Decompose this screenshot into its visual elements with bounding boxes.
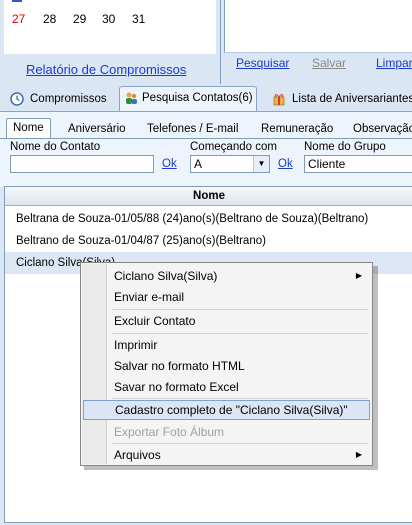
menu-separator xyxy=(112,333,368,334)
calendar-week-row: 27 28 29 30 31 xyxy=(4,6,216,34)
menu-item-contact-submenu[interactable]: Ciclano Silva(Silva) ▶ xyxy=(83,266,370,286)
tab-contact-search[interactable]: Pesquisa Contatos(6) xyxy=(119,86,257,111)
subtab-observation[interactable]: Observação xyxy=(353,120,412,138)
group-name-label: Nome do Grupo xyxy=(304,141,386,153)
save-link[interactable]: Salvar xyxy=(312,56,346,70)
starts-with-label: Começando com xyxy=(190,141,277,153)
tab-label: Pesquisa Contatos(6) xyxy=(142,92,253,104)
menu-item-save-excel[interactable]: Savar no formato Excel xyxy=(83,377,370,397)
menu-item-full-record[interactable]: Cadastro completo de "Ciclano Silva(Silv… xyxy=(83,400,370,420)
calendar-empty-row xyxy=(4,34,216,54)
starts-with-value: A xyxy=(194,157,203,171)
menu-item-label: Ciclano Silva(Silva) xyxy=(114,269,218,283)
calendar-day[interactable]: 29 xyxy=(73,12,86,26)
tab-birthdays[interactable]: Lista de Aniversariantes xyxy=(268,88,412,110)
menu-separator xyxy=(112,398,368,399)
chevron-right-icon: ▶ xyxy=(355,271,362,280)
menu-item-send-email[interactable]: Enviar e-mail xyxy=(83,287,370,307)
menu-item-print[interactable]: Imprimir xyxy=(83,335,370,355)
menu-item-files-submenu[interactable]: Arquivos ▶ xyxy=(83,445,370,465)
table-row[interactable]: Beltrano de Souza-01/04/87 (25)ano(s)(Be… xyxy=(5,230,412,252)
tab-label: Compromissos xyxy=(30,93,107,105)
calendar-day[interactable]: 27 xyxy=(12,12,25,26)
calendar-day[interactable]: 31 xyxy=(132,12,145,26)
subtab-birthday[interactable]: Aniversário xyxy=(68,120,126,138)
contact-name-input[interactable] xyxy=(10,155,154,173)
tab-appointments[interactable]: Compromissos xyxy=(6,88,107,110)
calendar-day-marker xyxy=(12,0,22,2)
menu-item-delete-contact[interactable]: Excluir Contato xyxy=(83,311,370,331)
menu-item-export-photo[interactable]: Exportar Foto Álbum xyxy=(83,422,370,442)
grid-header-name[interactable]: Nome xyxy=(5,187,412,206)
menu-item-save-html[interactable]: Salvar no formato HTML xyxy=(83,356,370,376)
chevron-right-icon: ▶ xyxy=(355,450,362,459)
context-menu: Ciclano Silva(Silva) ▶ Enviar e-mail Exc… xyxy=(80,262,373,466)
menu-item-label: Arquivos xyxy=(114,448,161,462)
search-filter-panel: Nome Aniversário Telefones / E-mail Remu… xyxy=(0,111,412,187)
subtab-name[interactable]: Nome xyxy=(6,118,51,139)
starts-with-select[interactable]: A ▼ xyxy=(190,155,270,173)
menu-separator xyxy=(112,309,368,310)
clear-link[interactable]: Limpar xyxy=(376,56,412,70)
calendar-day[interactable]: 28 xyxy=(43,12,56,26)
main-tab-strip: Compromissos Pesquisa Contatos(6) Lista … xyxy=(0,86,412,112)
notes-area xyxy=(224,0,412,53)
contacts-icon xyxy=(126,92,137,104)
starts-with-ok-link[interactable]: Ok xyxy=(278,158,293,170)
chevron-down-icon[interactable]: ▼ xyxy=(253,156,269,172)
appointments-report-link[interactable]: Relatório de Compromissos xyxy=(26,62,186,77)
subtab-phones-email[interactable]: Telefones / E-mail xyxy=(147,120,238,138)
gift-icon xyxy=(273,94,285,106)
contact-name-label: Nome do Contato xyxy=(10,141,101,153)
calendar-day[interactable]: 30 xyxy=(102,12,115,26)
search-link[interactable]: Pesquisar xyxy=(236,56,289,70)
subtab-divider xyxy=(0,138,412,139)
contact-name-ok-link[interactable]: Ok xyxy=(162,158,177,170)
clock-icon xyxy=(10,92,24,106)
tab-label: Lista de Aniversariantes xyxy=(292,93,412,105)
menu-separator xyxy=(112,443,368,444)
group-name-input[interactable]: Cliente xyxy=(304,155,412,173)
table-row[interactable]: Beltrana de Souza-01/05/88 (24)ano(s)(Be… xyxy=(5,208,412,230)
subtab-remuneration[interactable]: Remuneração xyxy=(261,120,333,138)
